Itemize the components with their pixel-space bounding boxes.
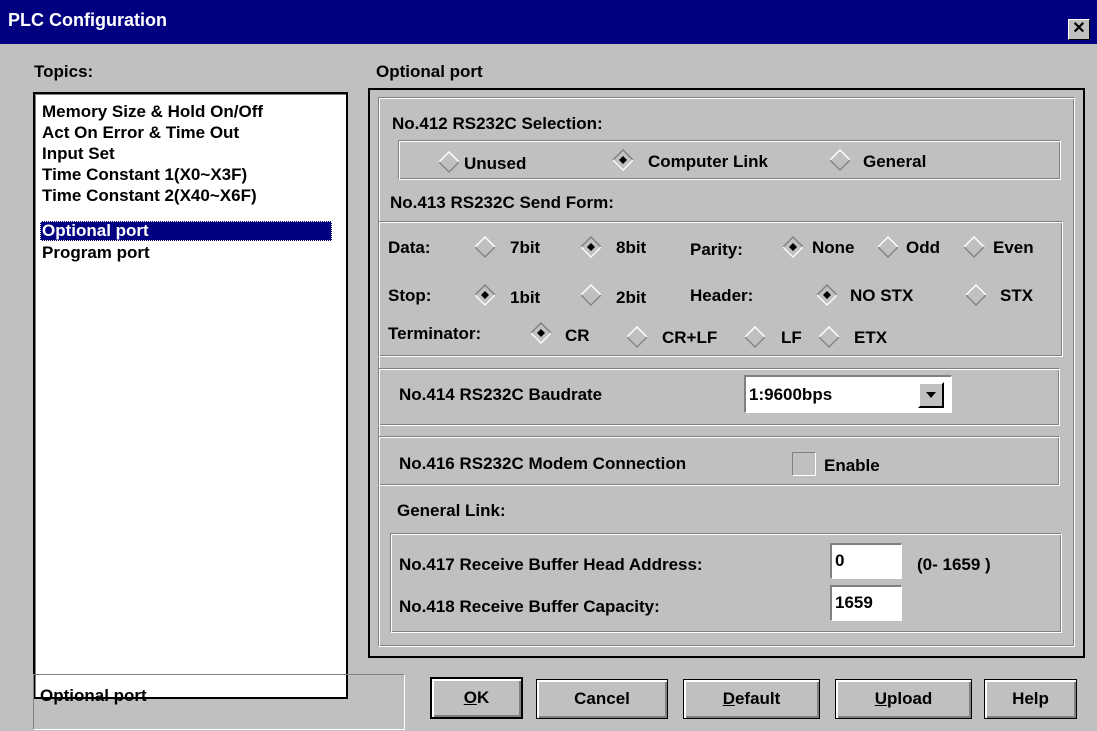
modem-label: No.416 RS232C Modem Connection bbox=[399, 454, 687, 473]
radio-parity-none[interactable] bbox=[781, 235, 805, 259]
radio-general-label: General bbox=[863, 152, 927, 171]
topic-item-act-on-error[interactable]: Act On Error & Time Out bbox=[42, 122, 239, 143]
ok-button-mnemonic: O bbox=[463, 688, 477, 707]
radio-unchecked-icon bbox=[964, 283, 988, 307]
window-title: PLC Configuration bbox=[8, 10, 167, 30]
head-address-input[interactable]: 0 bbox=[830, 543, 902, 579]
cancel-button-label: Cancel bbox=[574, 689, 630, 708]
radio-terminator-crlf-label: CR+LF bbox=[662, 328, 718, 347]
radio-parity-none-label: None bbox=[812, 238, 855, 257]
radio-header-no-stx-label: NO STX bbox=[850, 286, 914, 305]
chevron-down-icon bbox=[926, 392, 936, 398]
radio-checked-icon bbox=[815, 283, 839, 307]
radio-checked-icon bbox=[781, 235, 805, 259]
topics-label: Topics: bbox=[34, 62, 94, 81]
radio-data-8bit[interactable] bbox=[579, 235, 603, 259]
help-button-label: Help bbox=[1012, 689, 1049, 708]
radio-unused[interactable] bbox=[437, 150, 461, 174]
ok-button-label: K bbox=[476, 688, 490, 707]
radio-unused-label: Unused bbox=[464, 154, 527, 173]
radio-terminator-lf-label: LF bbox=[781, 328, 802, 347]
radio-data-7bit[interactable] bbox=[473, 235, 497, 259]
radio-stop-1bit-label: 1bit bbox=[510, 288, 541, 307]
close-icon: ✕ bbox=[1072, 20, 1086, 37]
radio-checked-icon bbox=[529, 321, 553, 345]
radio-parity-odd-label: Odd bbox=[906, 238, 940, 257]
status-text: Optional port bbox=[40, 686, 147, 705]
radio-header-stx-label: STX bbox=[1000, 286, 1034, 305]
radio-data-7bit-label: 7bit bbox=[510, 238, 541, 257]
data-label: Data: bbox=[388, 238, 431, 257]
radio-unchecked-icon bbox=[743, 325, 767, 349]
baudrate-value: 1:9600bps bbox=[749, 385, 833, 404]
close-button[interactable]: ✕ bbox=[1068, 19, 1090, 40]
general-link-group bbox=[390, 533, 1062, 633]
radio-terminator-cr-label: CR bbox=[565, 326, 590, 345]
radio-header-no-stx[interactable] bbox=[815, 283, 839, 307]
send-form-label: No.413 RS232C Send Form: bbox=[390, 193, 614, 212]
general-link-label: General Link: bbox=[397, 501, 506, 520]
radio-unchecked-icon bbox=[473, 235, 497, 259]
radio-terminator-etx-label: ETX bbox=[854, 328, 888, 347]
topic-item-time-constant-1[interactable]: Time Constant 1(X0~X3F) bbox=[42, 164, 247, 185]
radio-parity-even-label: Even bbox=[993, 238, 1034, 257]
stop-label: Stop: bbox=[388, 286, 432, 305]
upload-button-mnemonic: U bbox=[874, 689, 887, 708]
capacity-label: No.418 Receive Buffer Capacity: bbox=[399, 597, 660, 616]
default-button-label: efault bbox=[734, 689, 781, 708]
radio-computer-link-label: Computer Link bbox=[648, 152, 768, 171]
upload-button[interactable]: Upload bbox=[835, 679, 972, 719]
head-address-label: No.417 Receive Buffer Head Address: bbox=[399, 555, 703, 574]
radio-general[interactable] bbox=[828, 148, 852, 172]
topics-list[interactable]: Memory Size & Hold On/Off Act On Error &… bbox=[33, 92, 348, 699]
modem-enable-label: Enable bbox=[824, 456, 880, 475]
radio-unchecked-icon bbox=[437, 150, 461, 174]
radio-terminator-cr[interactable] bbox=[529, 321, 553, 345]
radio-unchecked-icon bbox=[625, 325, 649, 349]
topic-item-program-port[interactable]: Program port bbox=[42, 242, 150, 263]
radio-unchecked-icon bbox=[579, 283, 603, 307]
radio-terminator-lf[interactable] bbox=[743, 325, 767, 349]
head-address-value: 0 bbox=[835, 551, 845, 570]
default-button[interactable]: Default bbox=[683, 679, 820, 719]
radio-checked-icon bbox=[473, 283, 497, 307]
radio-stop-2bit[interactable] bbox=[579, 283, 603, 307]
baudrate-select[interactable]: 1:9600bps bbox=[744, 375, 952, 413]
baudrate-dropdown-button[interactable] bbox=[918, 382, 944, 408]
radio-checked-icon bbox=[611, 148, 635, 172]
section-title: Optional port bbox=[376, 62, 483, 81]
default-button-mnemonic: D bbox=[722, 689, 735, 708]
radio-checked-icon bbox=[579, 235, 603, 259]
topic-item-time-constant-2[interactable]: Time Constant 2(X40~X6F) bbox=[42, 185, 257, 206]
radio-unchecked-icon bbox=[817, 325, 841, 349]
rs232c-selection-label: No.412 RS232C Selection: bbox=[392, 114, 603, 133]
radio-unchecked-icon bbox=[962, 235, 986, 259]
radio-computer-link[interactable] bbox=[611, 148, 635, 172]
baudrate-label: No.414 RS232C Baudrate bbox=[399, 385, 603, 404]
radio-terminator-etx[interactable] bbox=[817, 325, 841, 349]
capacity-input[interactable]: 1659 bbox=[830, 585, 902, 621]
topic-item-memory-size[interactable]: Memory Size & Hold On/Off bbox=[42, 101, 263, 122]
help-button[interactable]: Help bbox=[984, 679, 1077, 719]
head-address-range: (0- 1659 ) bbox=[917, 555, 991, 574]
radio-stop-2bit-label: 2bit bbox=[616, 288, 647, 307]
radio-parity-even[interactable] bbox=[962, 235, 986, 259]
topic-item-input-set[interactable]: Input Set bbox=[42, 143, 115, 164]
capacity-value: 1659 bbox=[835, 593, 873, 612]
topic-item-optional-port[interactable]: Optional port bbox=[40, 221, 332, 241]
radio-parity-odd[interactable] bbox=[876, 235, 900, 259]
radio-unchecked-icon bbox=[876, 235, 900, 259]
terminator-label: Terminator: bbox=[388, 324, 482, 343]
radio-unchecked-icon bbox=[828, 148, 852, 172]
upload-button-label: pload bbox=[886, 689, 933, 708]
cancel-button[interactable]: Cancel bbox=[536, 679, 668, 719]
radio-stop-1bit[interactable] bbox=[473, 283, 497, 307]
radio-terminator-crlf[interactable] bbox=[625, 325, 649, 349]
parity-label: Parity: bbox=[690, 240, 743, 259]
header-label: Header: bbox=[690, 286, 754, 305]
modem-enable-checkbox[interactable] bbox=[792, 452, 816, 476]
ok-button[interactable]: OK bbox=[430, 677, 523, 719]
radio-header-stx[interactable] bbox=[964, 283, 988, 307]
radio-data-8bit-label: 8bit bbox=[616, 238, 647, 257]
